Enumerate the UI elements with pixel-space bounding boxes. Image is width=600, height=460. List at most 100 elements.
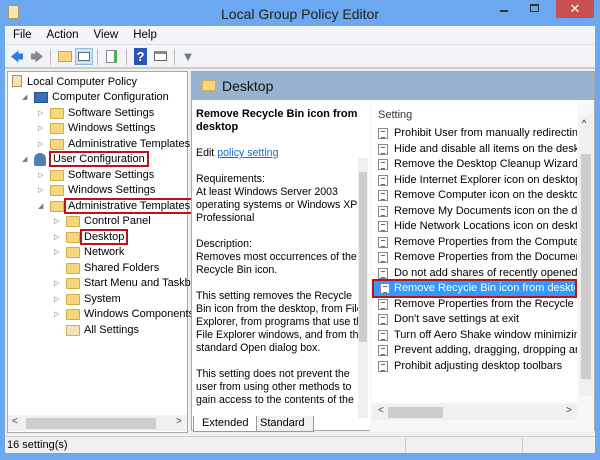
collapsed-arrow-icon[interactable]: ▷ — [54, 307, 62, 322]
tab-standard[interactable]: Standard — [251, 416, 314, 432]
policy-setting-link[interactable]: policy setting — [217, 147, 278, 159]
computer-icon — [34, 92, 48, 103]
policy-setting-icon — [378, 329, 388, 341]
filter-icon[interactable]: ▼ — [179, 48, 197, 65]
collapsed-arrow-icon[interactable]: ▷ — [38, 106, 46, 121]
setting-row[interactable]: Remove Computer icon on the desktop — [372, 188, 577, 203]
setting-name: Turn off Aero Shake window minimizing mo… — [394, 328, 577, 341]
back-icon[interactable]: 🡄 — [8, 48, 26, 65]
tree-node-windows-components[interactable]: ▷ Windows Components — [54, 307, 194, 322]
setting-row[interactable]: Remove Recycle Bin icon from desktop — [372, 279, 577, 298]
menu-view[interactable]: View — [86, 26, 126, 41]
policy-icon — [12, 75, 22, 87]
setting-name: Don't save settings at exit — [394, 313, 519, 325]
tree-node-network[interactable]: ▷ Network — [54, 245, 124, 260]
tree-node-local-computer-policy[interactable]: Local Computer Policy — [12, 75, 137, 90]
setting-row[interactable]: Prohibit adjusting desktop toolbars — [372, 359, 577, 374]
collapsed-arrow-icon[interactable]: ▷ — [38, 168, 46, 183]
collapsed-arrow-icon[interactable]: ▷ — [38, 137, 46, 152]
settings-list: Setting Prohibit User from manually redi… — [370, 102, 594, 432]
expanded-arrow-icon[interactable]: ◢ — [38, 199, 46, 214]
setting-name: Remove Recycle Bin icon from desktop — [394, 282, 577, 294]
setting-row[interactable]: Remove Properties from the Documents ico… — [372, 250, 577, 265]
tree-pane: Local Computer Policy ◢ Computer Configur… — [7, 71, 201, 433]
folder-icon — [202, 80, 216, 91]
setting-row[interactable]: Remove Properties from the Recycle Bin c… — [372, 297, 577, 312]
tree-node-user-configuration[interactable]: ◢ User Configuration — [22, 151, 149, 167]
help-icon[interactable]: ? — [134, 48, 147, 65]
folder-icon — [50, 185, 64, 196]
policy-setting-icon — [378, 205, 388, 217]
show-action-pane-icon[interactable] — [152, 48, 170, 65]
policy-setting-icon — [378, 236, 388, 248]
policy-setting-icon — [378, 221, 388, 232]
setting-row[interactable]: Hide and disable all items on the deskto… — [372, 142, 577, 157]
list-vertical-scrollbar[interactable]: ^ — [579, 116, 593, 396]
policy-setting-icon — [378, 298, 388, 310]
setting-row[interactable]: Don't save settings at exit — [372, 312, 577, 327]
menu-file[interactable]: File — [5, 26, 39, 41]
description-text: Removes most occurrences of the Recycle … — [196, 251, 357, 276]
user-icon — [34, 153, 46, 166]
setting-name: Remove the Desktop Cleanup Wizard — [394, 158, 577, 170]
setting-row[interactable]: Remove the Desktop Cleanup Wizard — [372, 157, 577, 172]
tree-node-software-settings[interactable]: ▷ Software Settings — [38, 106, 154, 121]
collapsed-arrow-icon[interactable]: ▷ — [54, 214, 62, 229]
setting-name: Hide Internet Explorer icon on desktop — [394, 173, 577, 186]
maximize-button[interactable] — [520, 0, 548, 18]
tab-extended[interactable]: Extended — [193, 416, 258, 432]
show-hide-tree-icon[interactable] — [75, 48, 93, 65]
tree-node-control-panel[interactable]: ▷ Control Panel — [54, 214, 151, 229]
expanded-arrow-icon[interactable]: ◢ — [22, 152, 30, 167]
tree-node-shared-folders[interactable]: Shared Folders — [54, 261, 159, 276]
tree-node-software-settings[interactable]: ▷ Software Settings — [38, 168, 154, 183]
tree-node-start-menu-and-taskbar[interactable]: ▷ Start Menu and Taskbar — [54, 276, 201, 291]
description-scrollbar[interactable] — [358, 158, 368, 418]
expanded-arrow-icon[interactable]: ◢ — [22, 90, 30, 105]
setting-row[interactable]: Remove My Documents icon on the desktop — [372, 204, 577, 219]
close-button[interactable]: ✕ — [556, 0, 594, 18]
policy-setting-icon — [378, 143, 388, 155]
policy-title: Remove Recycle Bin icon from desktop — [196, 108, 358, 133]
folder-icon — [66, 247, 80, 258]
minimize-button[interactable] — [490, 0, 518, 18]
export-list-icon[interactable] — [103, 48, 121, 65]
title-bar: Local Group Policy Editor ✕ — [0, 0, 600, 26]
menu-help[interactable]: Help — [125, 26, 164, 41]
folder-icon — [66, 294, 80, 305]
setting-row[interactable]: Prohibit User from manually redirecting … — [372, 126, 577, 141]
tree-node-windows-settings[interactable]: ▷ Windows Settings — [38, 183, 155, 198]
setting-row[interactable]: Do not add shares of recently opened doc… — [372, 266, 577, 281]
setting-name: Remove Properties from the Documents ico… — [394, 251, 577, 263]
menu-action[interactable]: Action — [39, 26, 86, 41]
folder-icon — [50, 108, 64, 119]
tree-node-desktop[interactable]: ▷ Desktop — [54, 229, 129, 245]
tree-node-system[interactable]: ▷ System — [54, 292, 121, 307]
collapsed-arrow-icon[interactable]: ▷ — [54, 276, 62, 291]
tree-node-all-settings[interactable]: All Settings — [54, 323, 139, 338]
collapsed-arrow-icon[interactable]: ▷ — [54, 230, 62, 245]
up-folder-icon[interactable] — [58, 51, 72, 62]
collapsed-arrow-icon[interactable]: ▷ — [38, 121, 46, 136]
setting-row[interactable]: Remove Properties from the Computer icon… — [372, 235, 577, 250]
tree-node-administrative-templates[interactable]: ◢ Administrative Templates — [38, 198, 195, 214]
setting-row[interactable]: Hide Network Locations icon on desktop — [372, 219, 577, 234]
tree-horizontal-scrollbar[interactable]: < > — [8, 415, 187, 431]
collapsed-arrow-icon[interactable]: ▷ — [54, 292, 62, 307]
edit-label: Edit — [196, 147, 215, 159]
setting-row[interactable]: Prevent adding, dragging, dropping and c… — [372, 343, 577, 358]
list-horizontal-scrollbar[interactable]: < > — [372, 404, 577, 420]
folder-icon — [66, 216, 80, 227]
tree-node-windows-settings[interactable]: ▷ Windows Settings — [38, 121, 155, 136]
tree-node-computer-configuration[interactable]: ◢ Computer Configuration — [22, 90, 169, 105]
setting-row[interactable]: Hide Internet Explorer icon on desktop — [372, 173, 577, 188]
policy-setting-icon — [378, 360, 388, 372]
setting-row[interactable]: Turn off Aero Shake window minimizing mo… — [372, 328, 577, 343]
forward-icon[interactable]: 🡆 — [28, 48, 46, 65]
client-area: File Action View Help 🡄 🡆 ? ▼ Local Compute… — [5, 26, 595, 453]
collapsed-arrow-icon[interactable]: ▷ — [38, 183, 46, 198]
collapsed-arrow-icon[interactable]: ▷ — [54, 245, 62, 260]
column-header-setting[interactable]: Setting — [378, 109, 412, 121]
requirements-text: At least Windows Server 2003 operating s… — [196, 186, 358, 224]
tree-node-administrative-templates[interactable]: ▷ Administrative Templates — [38, 137, 190, 152]
